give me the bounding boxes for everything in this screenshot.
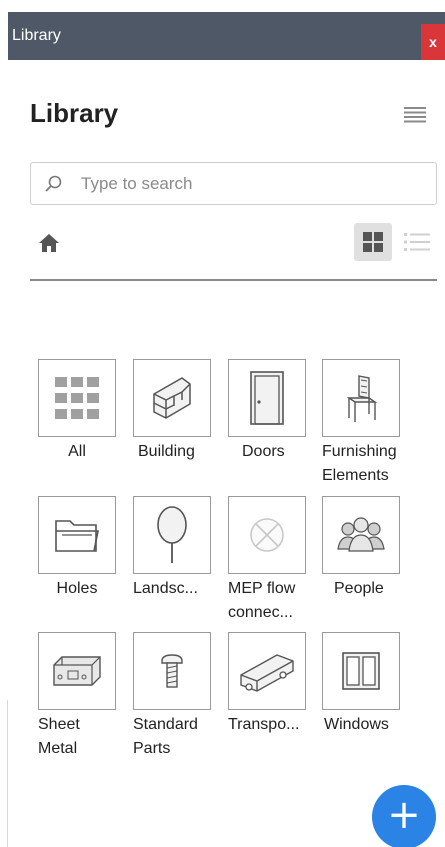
category-label: Landsc... <box>133 580 198 597</box>
chair-icon <box>346 375 378 422</box>
stairs-icon <box>153 377 191 419</box>
category-label: People <box>334 580 384 597</box>
category-label: Doors <box>242 443 285 460</box>
category-label: MEP flow connec... <box>228 580 296 621</box>
door-icon <box>250 371 284 425</box>
grid-view-button[interactable] <box>354 223 392 261</box>
category-label: All <box>68 443 86 460</box>
page-title: Library <box>30 98 119 128</box>
search-input[interactable] <box>81 171 421 197</box>
window-title: Library <box>12 27 61 44</box>
close-button[interactable]: x <box>421 24 445 60</box>
people-icon <box>337 517 385 552</box>
category-label: Windows <box>324 716 389 733</box>
list-view-icon[interactable] <box>403 230 431 254</box>
grid-all-icon <box>55 377 99 419</box>
search-box[interactable] <box>30 162 437 205</box>
category-label: Transpo... <box>228 716 300 733</box>
toolbar-divider <box>30 279 437 281</box>
truck-icon <box>240 654 294 692</box>
add-button[interactable]: + <box>372 785 436 847</box>
panel-edge <box>7 700 8 847</box>
tree-icon <box>157 506 187 563</box>
hamburger-menu-icon[interactable] <box>403 105 427 123</box>
sheet-metal-icon <box>53 656 101 686</box>
category-label: Sheet Metal <box>38 716 80 757</box>
mep-connector-icon <box>250 518 284 552</box>
folder-icon <box>55 520 99 552</box>
category-label: Standard Parts <box>133 716 198 757</box>
category-label: Furnishing Elements <box>322 443 397 484</box>
window-icon <box>342 652 380 690</box>
home-icon[interactable] <box>38 233 60 253</box>
grid-view-icon <box>363 232 383 252</box>
category-label: Building <box>138 443 195 460</box>
window-titlebar: Library x <box>8 12 445 60</box>
category-label: Holes <box>56 580 98 597</box>
screw-icon <box>161 654 183 688</box>
search-icon <box>45 175 62 192</box>
